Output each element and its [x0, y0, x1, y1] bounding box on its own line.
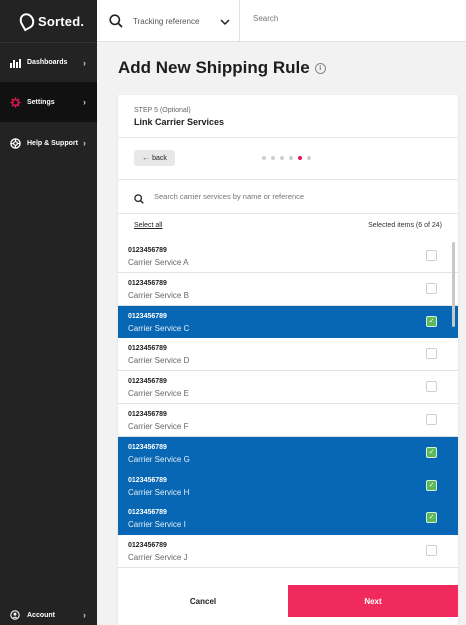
sidebar: Sorted. Dashboards › Settings › Help & S…	[0, 0, 97, 625]
global-search-input[interactable]: Search	[253, 14, 278, 23]
service-checkbox[interactable]	[426, 250, 437, 261]
service-reference: 0123456789	[128, 279, 167, 287]
carrier-service-list: 0123456789 Carrier Service A 0123456789 Car…	[118, 240, 458, 570]
dashboard-icon	[9, 57, 21, 69]
check-icon: ✓	[427, 447, 436, 457]
service-checkbox[interactable]	[426, 348, 437, 360]
page-title-text: Add New Shipping Rule	[118, 58, 310, 77]
divider	[118, 137, 458, 138]
tracking-reference-dropdown[interactable]: Tracking reference	[97, 0, 240, 42]
lifebuoy-icon	[9, 137, 21, 149]
service-name: Carrier Service H	[128, 487, 190, 497]
gear-icon	[9, 96, 21, 108]
carrier-service-row[interactable]: 0123456789 Carrier Service E	[118, 371, 458, 404]
check-icon: ✓	[427, 316, 436, 326]
sidebar-item-label: Help & Support	[27, 139, 78, 147]
back-button[interactable]: ← back	[134, 150, 175, 166]
sidebar-item-label: Settings	[27, 98, 55, 106]
service-checkbox[interactable]	[426, 282, 437, 294]
service-checkbox[interactable]	[426, 413, 437, 425]
page-title: Add New Shipping Rule i	[118, 58, 326, 78]
logo[interactable]: Sorted.	[0, 0, 97, 42]
service-checkbox[interactable]: ✓	[426, 315, 437, 327]
carrier-service-row[interactable]: 0123456789 Carrier Service H ✓	[118, 469, 458, 503]
service-name: Carrier Service G	[128, 454, 190, 464]
carrier-service-row[interactable]: 0123456789 Carrier Service A	[118, 240, 458, 273]
service-reference: 0123456789	[128, 345, 167, 353]
carrier-service-row[interactable]: 0123456789 Carrier Service D	[118, 338, 458, 372]
next-button[interactable]: Next	[288, 585, 458, 617]
back-button-label: back	[152, 154, 167, 162]
carrier-service-row[interactable]: 0123456789 Carrier Service F	[118, 403, 458, 437]
service-reference: 0123456789	[128, 378, 167, 386]
carrier-search	[118, 183, 458, 209]
step-dot	[271, 156, 275, 160]
step-dot	[262, 156, 266, 160]
step-dot-active	[298, 156, 302, 160]
service-reference: 0123456789	[128, 509, 167, 517]
carrier-service-row[interactable]: 0123456789 Carrier Service C ✓	[118, 305, 458, 339]
chevron-right-icon: ›	[83, 610, 86, 620]
chevron-right-icon: ›	[83, 97, 86, 107]
selected-items-count: Selected items (6 of 24)	[368, 222, 442, 229]
search-icon	[109, 14, 123, 28]
carrier-service-row[interactable]: 0123456789 Carrier Service I ✓	[118, 502, 458, 536]
scrollbar[interactable]	[452, 242, 455, 327]
carrier-service-row[interactable]: 0123456789 Carrier Service G ✓	[118, 436, 458, 470]
service-checkbox[interactable]	[426, 545, 437, 557]
step-dot	[289, 156, 293, 160]
brand-name: Sorted.	[38, 13, 85, 29]
step-title: Link Carrier Services	[134, 117, 225, 127]
service-checkbox[interactable]: ✓	[426, 479, 437, 491]
service-reference: 0123456789	[128, 247, 167, 254]
check-icon: ✓	[427, 513, 436, 523]
step-label: STEP 5 (Optional)	[134, 107, 191, 114]
service-reference: 0123456789	[128, 476, 167, 484]
check-icon: ✓	[427, 480, 436, 490]
chevron-down-icon	[219, 15, 231, 27]
step-indicator	[262, 156, 311, 160]
chevron-right-icon: ›	[83, 57, 86, 68]
service-name: Carrier Service J	[128, 553, 188, 563]
search-icon	[134, 191, 144, 204]
carrier-service-row[interactable]: 0123456789 Carrier Service J	[118, 535, 458, 568]
sidebar-item-help-support[interactable]: Help & Support ›	[0, 123, 97, 163]
service-name: Carrier Service E	[128, 389, 189, 399]
divider	[118, 179, 458, 180]
service-name: Carrier Service I	[128, 520, 186, 530]
service-checkbox[interactable]: ✓	[426, 512, 437, 524]
service-name: Carrier Service D	[128, 356, 190, 366]
service-name: Carrier Service B	[128, 290, 189, 300]
service-reference: 0123456789	[128, 410, 167, 418]
wizard-footer: Cancel Next	[118, 585, 458, 625]
chevron-right-icon: ›	[83, 138, 86, 148]
service-reference: 0123456789	[128, 312, 167, 320]
tracking-reference-label: Tracking reference	[133, 16, 200, 26]
user-icon	[9, 609, 21, 621]
wizard-card: STEP 5 (Optional) Link Carrier Services …	[118, 95, 458, 625]
arrow-left-icon: ←	[142, 154, 150, 162]
sidebar-item-account[interactable]: Account ›	[0, 605, 97, 625]
step-dot	[307, 156, 311, 160]
step-dot	[280, 156, 284, 160]
service-reference: 0123456789	[128, 443, 167, 451]
service-reference: 0123456789	[128, 542, 167, 550]
divider	[118, 213, 458, 214]
service-name: Carrier Service A	[128, 258, 189, 267]
top-bar: Tracking reference Search	[97, 0, 466, 42]
carrier-service-row[interactable]: 0123456789 Carrier Service B	[118, 272, 458, 306]
cancel-button[interactable]: Cancel	[118, 585, 288, 617]
sidebar-item-settings[interactable]: Settings ›	[0, 82, 97, 122]
sidebar-item-label: Dashboards	[27, 59, 68, 66]
carrier-search-input[interactable]	[154, 191, 434, 201]
service-name: Carrier Service C	[128, 323, 190, 333]
service-checkbox[interactable]: ✓	[426, 446, 437, 458]
sidebar-item-dashboards[interactable]: Dashboards ›	[0, 42, 97, 82]
select-all-link[interactable]: Select all	[134, 222, 162, 229]
sorted-logo-icon	[16, 10, 38, 32]
info-icon[interactable]: i	[314, 62, 326, 74]
service-checkbox[interactable]	[426, 381, 437, 393]
service-name: Carrier Service F	[128, 421, 189, 431]
sidebar-item-label: Account	[27, 611, 55, 619]
